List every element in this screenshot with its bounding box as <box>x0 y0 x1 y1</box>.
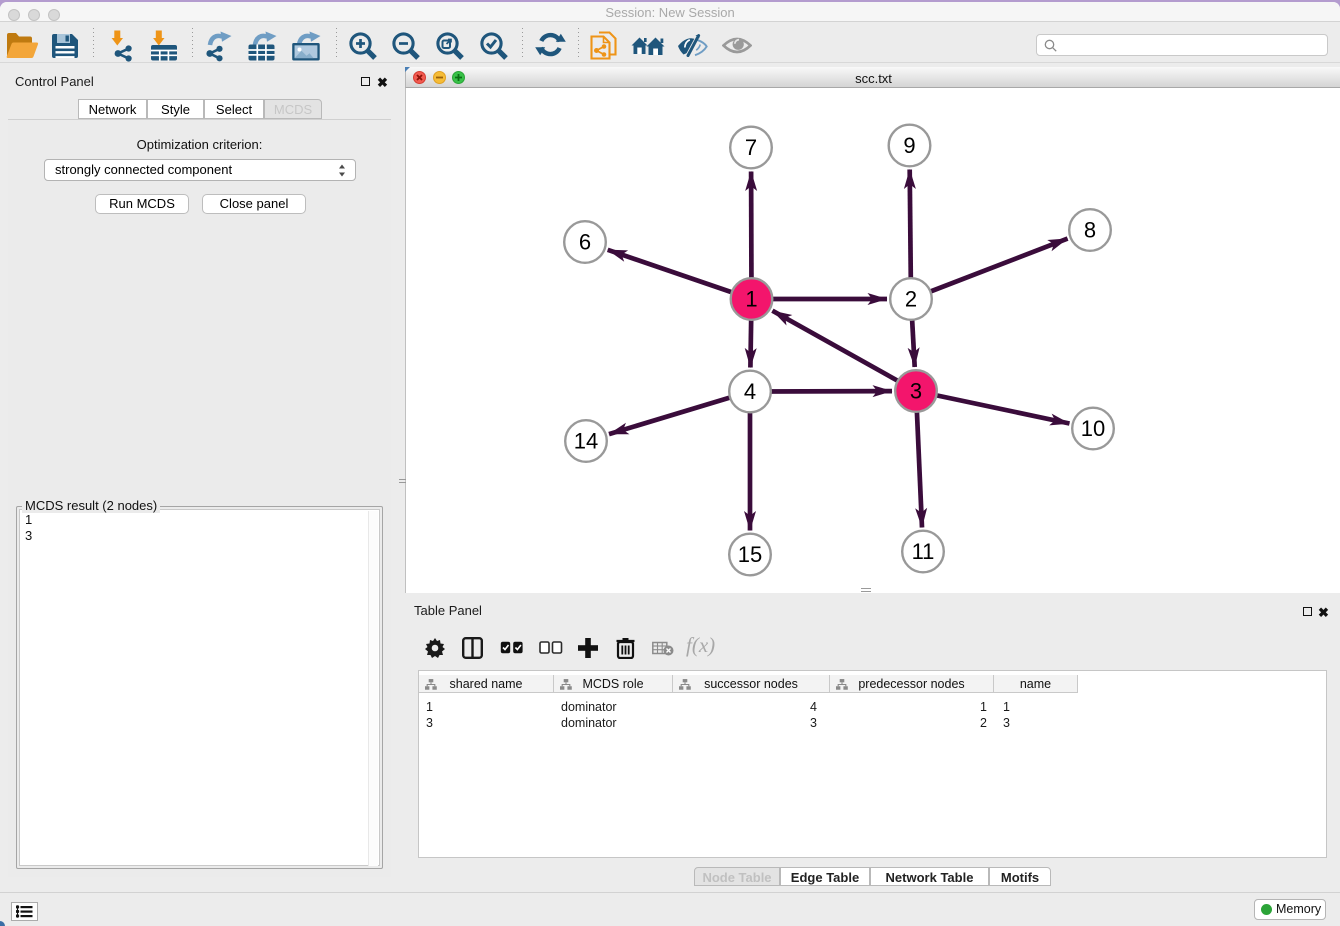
svg-text:1: 1 <box>745 287 757 312</box>
svg-text:7: 7 <box>745 135 757 160</box>
svg-text:9: 9 <box>903 133 915 158</box>
svg-text:8: 8 <box>1084 218 1096 243</box>
svg-text:10: 10 <box>1081 416 1105 441</box>
svg-text:11: 11 <box>912 539 935 564</box>
svg-text:3: 3 <box>910 379 922 404</box>
svg-text:6: 6 <box>579 230 591 255</box>
svg-text:2: 2 <box>905 287 917 312</box>
svg-text:15: 15 <box>738 542 762 567</box>
svg-text:4: 4 <box>744 379 756 404</box>
svg-text:14: 14 <box>574 429 598 454</box>
